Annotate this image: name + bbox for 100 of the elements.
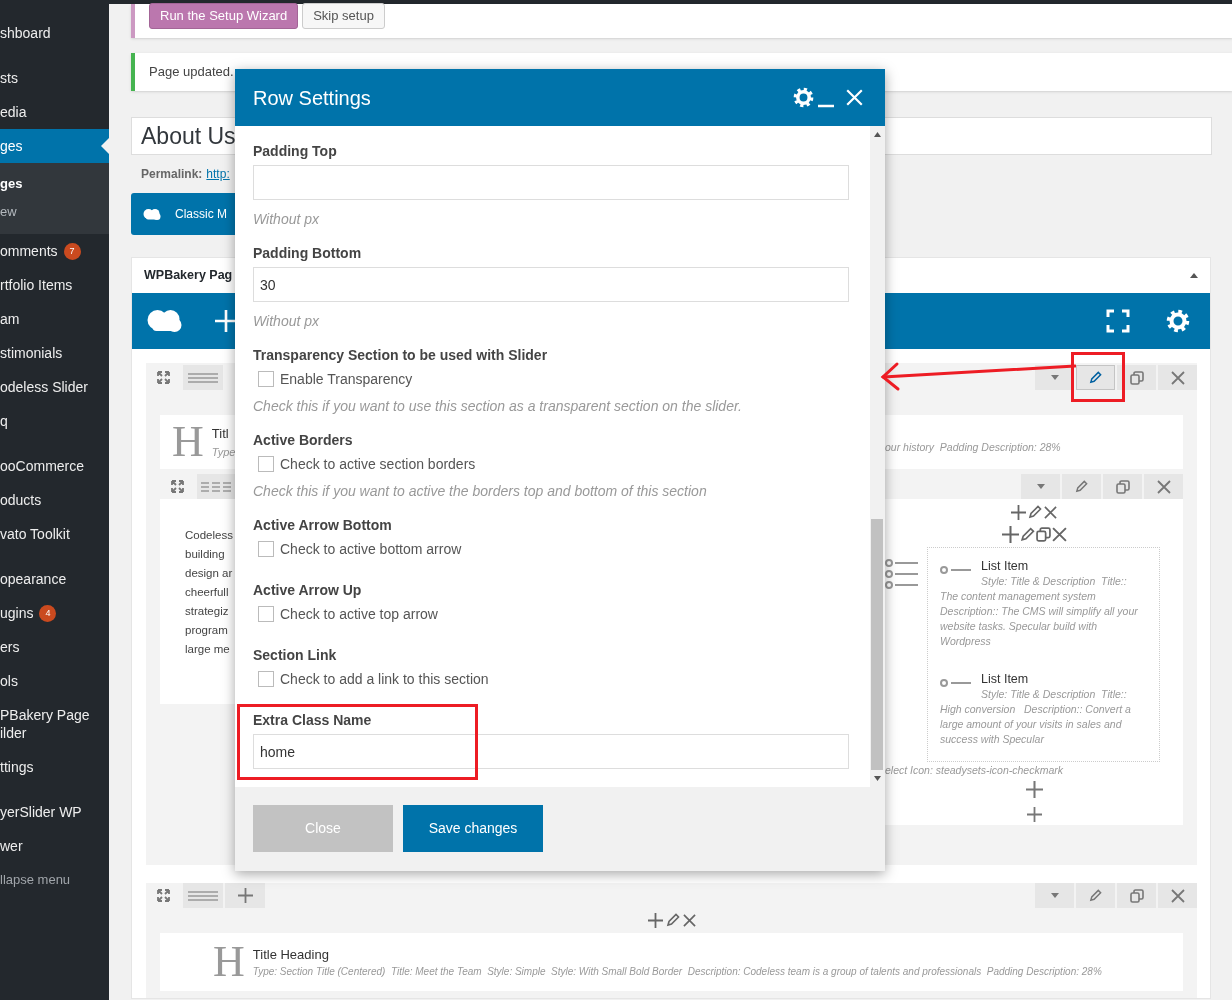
sidebar-item[interactable]: yerSlider WP bbox=[0, 795, 109, 829]
sidebar-item[interactable]: ooCommerce bbox=[0, 449, 109, 483]
dialog-title: Row Settings bbox=[253, 85, 371, 111]
duplicate-button[interactable] bbox=[1117, 883, 1156, 908]
pencil-icon bbox=[665, 913, 680, 927]
field-label: Padding Top bbox=[253, 142, 338, 161]
scrollbar-thumb[interactable] bbox=[871, 519, 883, 770]
settings-icon bbox=[793, 87, 814, 108]
checkbox-label: Enable Transparency bbox=[280, 369, 413, 389]
close-icon bbox=[1044, 505, 1057, 519]
settings-icon bbox=[1166, 309, 1190, 333]
sidebar-item[interactable]: llapse menu bbox=[0, 863, 109, 897]
drag-handle-icon bbox=[201, 481, 231, 492]
duplicate-button[interactable] bbox=[1117, 365, 1156, 390]
plus-icon bbox=[1025, 780, 1043, 798]
fullscreen-icon[interactable] bbox=[1106, 309, 1130, 333]
copy-icon bbox=[1129, 370, 1144, 385]
field-label: Transparency Section to be used with Slider bbox=[253, 346, 549, 365]
layout-button[interactable] bbox=[183, 883, 223, 908]
text-field[interactable]: 30 bbox=[253, 267, 849, 302]
submenu-item[interactable]: ges bbox=[0, 170, 109, 198]
caret-icon bbox=[1050, 893, 1059, 898]
close-icon bbox=[1156, 479, 1171, 494]
text-line: cheerfull bbox=[185, 585, 229, 600]
field-label: Active Borders bbox=[253, 431, 354, 450]
submenu-item[interactable]: ew bbox=[0, 198, 109, 226]
row-options-button[interactable] bbox=[1035, 883, 1074, 908]
edit-button[interactable] bbox=[1076, 365, 1115, 390]
checkbox[interactable] bbox=[258, 606, 274, 622]
field-label: Padding Bottom bbox=[253, 244, 363, 263]
text-line: large me bbox=[185, 642, 230, 657]
text-line: strategiz bbox=[185, 604, 229, 619]
text-field[interactable] bbox=[253, 165, 849, 200]
edit-button[interactable] bbox=[1076, 883, 1115, 908]
scrollbar[interactable] bbox=[870, 126, 885, 787]
count-badge: 7 bbox=[63, 242, 81, 260]
scroll-down-icon[interactable] bbox=[874, 776, 881, 781]
expand-icon bbox=[157, 889, 170, 902]
list-icon bbox=[885, 559, 918, 589]
add-column-button[interactable] bbox=[225, 883, 265, 908]
checkbox[interactable] bbox=[258, 456, 274, 472]
field-label: Active Arrow Bottom bbox=[253, 516, 393, 535]
checkbox-label: Check to active top arrow bbox=[280, 604, 438, 624]
list-item-icon bbox=[940, 565, 971, 575]
save-button[interactable]: Save changes bbox=[403, 805, 543, 852]
sidebar-item[interactable]: shboard bbox=[0, 16, 109, 50]
sidebar-item[interactable]: oducts bbox=[0, 483, 109, 517]
sidebar-item[interactable]: sts bbox=[0, 61, 109, 95]
layout-button[interactable] bbox=[183, 365, 223, 390]
sidebar-item[interactable]: omments 7 bbox=[0, 234, 109, 268]
count-badge: 4 bbox=[39, 604, 57, 622]
plus-icon bbox=[1001, 525, 1019, 543]
sidebar-item[interactable]: ges bbox=[0, 129, 109, 163]
sidebar-item[interactable]: odeless Slider bbox=[0, 370, 109, 404]
delete-button[interactable] bbox=[1158, 883, 1197, 908]
checkbox[interactable] bbox=[258, 671, 274, 687]
sidebar-item[interactable]: ols bbox=[0, 664, 109, 698]
permalink-link[interactable]: http: bbox=[206, 165, 230, 183]
panel-title: WPBakery Pag bbox=[144, 267, 233, 285]
field-hint: Without px bbox=[253, 210, 320, 229]
element-description: our history Padding Description: 28% bbox=[885, 440, 1062, 456]
sidebar-item[interactable]: opearance bbox=[0, 562, 109, 596]
list-item-icon bbox=[940, 678, 971, 688]
pencil-icon bbox=[1019, 526, 1035, 542]
sidebar-item[interactable]: am bbox=[0, 302, 109, 336]
sidebar-item[interactable]: rtfolio Items bbox=[0, 268, 109, 302]
expand-icon bbox=[157, 371, 170, 384]
text-field[interactable]: home bbox=[253, 734, 849, 769]
edit-button[interactable] bbox=[1062, 474, 1101, 499]
scroll-up-icon[interactable] bbox=[874, 132, 881, 137]
pencil-icon bbox=[1028, 505, 1042, 519]
copy-icon bbox=[1129, 888, 1144, 903]
delete-button[interactable] bbox=[1158, 365, 1197, 390]
sidebar-item[interactable]: PBakery Page ilder bbox=[0, 698, 109, 750]
checkbox[interactable] bbox=[258, 541, 274, 557]
notice-text: Page updated. bbox=[149, 63, 234, 82]
collapse-toggle-icon[interactable] bbox=[1190, 273, 1198, 278]
checkbox[interactable] bbox=[258, 371, 274, 387]
delete-button[interactable] bbox=[1144, 474, 1183, 499]
text-line: Codeless bbox=[185, 528, 233, 543]
sidebar-item[interactable]: edia bbox=[0, 95, 109, 129]
sidebar-item[interactable]: ugins 4 bbox=[0, 596, 109, 630]
plus-icon bbox=[237, 888, 253, 903]
pencil-icon bbox=[1089, 889, 1102, 902]
list-item-title: List Item bbox=[981, 671, 1030, 687]
close-icon bbox=[1170, 370, 1185, 385]
sidebar-item[interactable]: ttings bbox=[0, 750, 109, 784]
list-item-title: List Item bbox=[981, 558, 1030, 574]
layout-button[interactable] bbox=[197, 474, 235, 499]
sidebar-item[interactable]: stimonials bbox=[0, 336, 109, 370]
sidebar-item[interactable]: ers bbox=[0, 630, 109, 664]
sidebar-item[interactable]: q bbox=[0, 404, 109, 438]
duplicate-button[interactable] bbox=[1103, 474, 1142, 499]
sidebar-item[interactable]: vato Toolkit bbox=[0, 517, 109, 551]
field-label: Extra Class Name bbox=[253, 711, 373, 730]
row-options-button[interactable] bbox=[1021, 474, 1060, 499]
heading-icon: H bbox=[172, 420, 204, 464]
sidebar-item[interactable]: wer bbox=[0, 829, 109, 863]
permalink-label: Permalink: bbox=[141, 166, 203, 183]
skip-setup-button[interactable]: Skip setup bbox=[302, 3, 385, 29]
